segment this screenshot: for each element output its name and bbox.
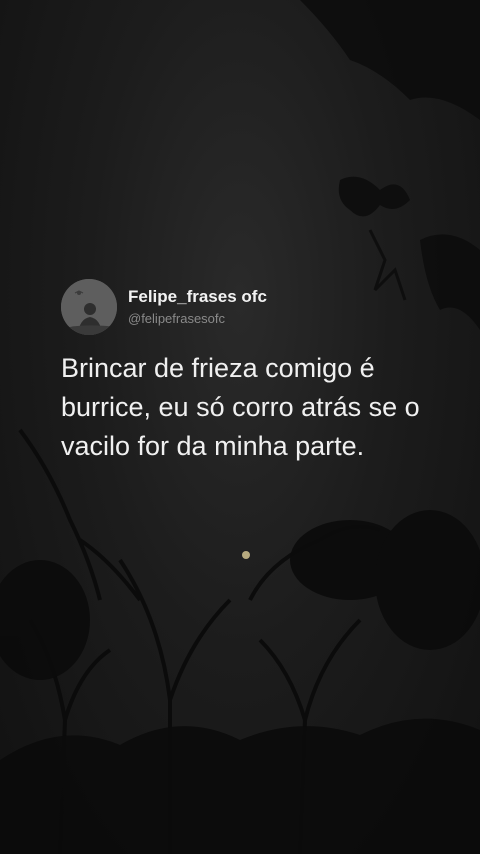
story-screen: Felipe_frases ofc @felipefrasesofc Brinc… [0,0,480,854]
user-silhouette-icon [61,279,117,335]
quote-text: Brincar de frieza comigo é burrice, eu s… [61,353,420,461]
author-handle[interactable]: @felipefrasesofc [128,310,267,328]
avatar[interactable] [61,279,117,335]
moon [242,551,250,559]
post-header: Felipe_frases ofc @felipefrasesofc [61,279,267,335]
author-info: Felipe_frases ofc @felipefrasesofc [128,287,267,328]
author-name[interactable]: Felipe_frases ofc [128,287,267,307]
